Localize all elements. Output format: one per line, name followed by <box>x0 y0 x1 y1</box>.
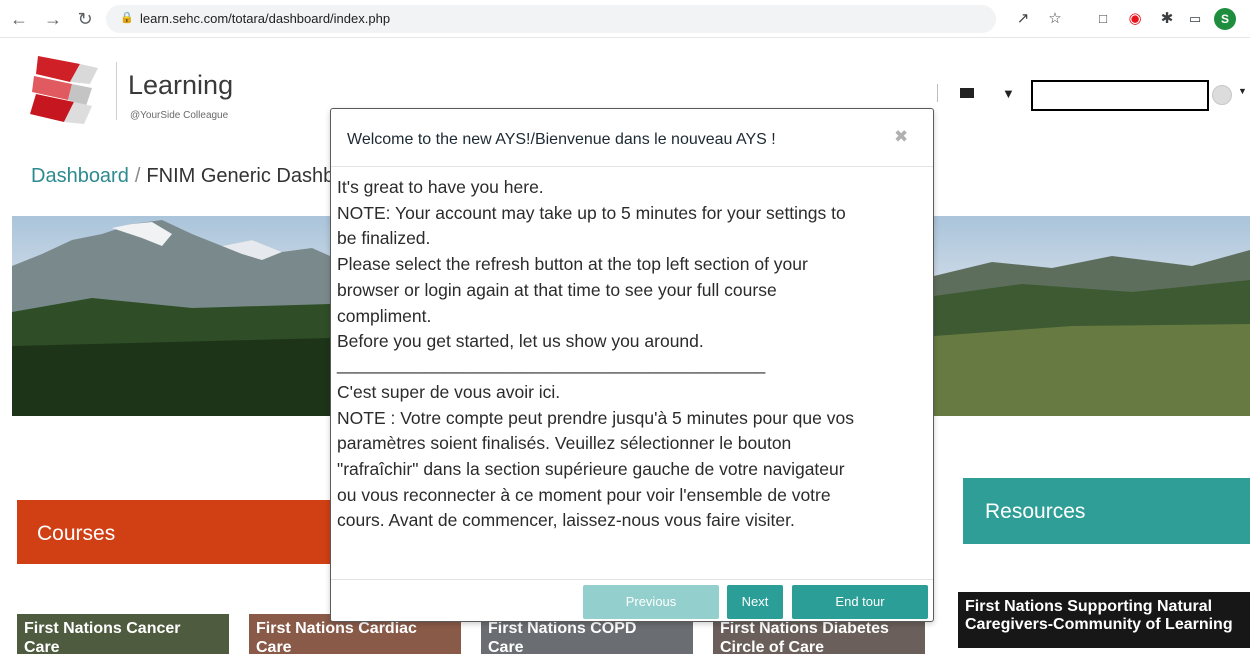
end-tour-button[interactable]: End tour <box>792 585 928 619</box>
reload-icon[interactable]: ↻ <box>72 6 98 32</box>
welcome-tour-dialog: Welcome to the new AYS!/Bienvenue dans l… <box>330 108 934 622</box>
extensions-puzzle-icon[interactable]: ✱ <box>1156 8 1178 30</box>
breadcrumb-dashboard-link[interactable]: Dashboard <box>31 165 129 187</box>
tour-header-divider <box>331 166 933 167</box>
browser-profile-avatar[interactable]: S <box>1214 8 1236 30</box>
logo-divider <box>116 62 117 120</box>
tour-line: C'est super de vous avoir ici. <box>337 381 561 402</box>
courses-title: Courses <box>37 522 116 545</box>
next-button[interactable]: Next <box>727 585 783 619</box>
record-icon[interactable]: ◉ <box>1124 8 1146 30</box>
tour-line: paramètres soient finalisés. Veuillez sé… <box>337 433 792 454</box>
tour-line: "rafraîchir" dans la section supérieure … <box>337 459 845 480</box>
resources-section-header: Resources <box>963 478 1250 544</box>
bell-icon[interactable]: ▼ <box>1002 86 1015 101</box>
courses-section-header: Courses <box>17 500 337 564</box>
user-avatar[interactable] <box>1212 85 1232 105</box>
forward-arrow-icon[interactable]: → <box>40 6 66 32</box>
logo-title[interactable]: Learning <box>128 70 233 101</box>
tour-line: NOTE: Your account may take up to 5 minu… <box>337 202 846 223</box>
breadcrumb-current-page: FNIM Generic Dashb <box>146 165 335 187</box>
previous-button[interactable]: Previous <box>583 585 719 619</box>
course-tile-label: First Nations Cancer <box>24 620 181 637</box>
tour-line: browser or login again at that time to s… <box>337 279 777 300</box>
envelope-icon[interactable] <box>960 88 974 98</box>
tour-line: cours. Avant de commencer, laissez-nous … <box>337 510 795 531</box>
tour-line: Before you get started, let us show you … <box>337 331 704 352</box>
course-tile-label-line2: Care <box>24 639 60 654</box>
resource-tile-label: First Nations Supporting Natural Caregiv… <box>965 598 1233 633</box>
tour-footer-divider <box>331 579 933 580</box>
share-icon[interactable]: ↗ <box>1012 8 1034 30</box>
bookmark-star-icon[interactable]: ☆ <box>1044 8 1066 30</box>
resource-tile-caregivers[interactable]: First Nations Supporting Natural Caregiv… <box>958 592 1250 648</box>
user-name-redacted[interactable] <box>1031 80 1209 111</box>
course-tile-label-line2: Care <box>256 639 292 654</box>
course-tile-label-line2: Care <box>488 639 524 654</box>
sidepanel-icon[interactable]: ▭ <box>1184 8 1206 30</box>
tour-title: Welcome to the new AYS!/Bienvenue dans l… <box>347 131 776 148</box>
browser-toolbar: ← → ↻ 🔒 learn.sehc.com/totara/dashboard/… <box>0 0 1250 38</box>
close-icon[interactable]: ✖ <box>894 127 908 147</box>
breadcrumb-separator: / <box>134 165 141 187</box>
tour-line: compliment. <box>337 305 432 326</box>
tour-body-text: It's great to have you here. NOTE: Your … <box>337 175 933 534</box>
tour-divider-line: ________________________________________… <box>337 353 766 374</box>
tour-line: NOTE : Votre compte peut prendre jusqu'à… <box>337 407 854 428</box>
tour-line: ou vous reconnecter à ce moment pour voi… <box>337 484 831 505</box>
address-bar[interactable]: 🔒 learn.sehc.com/totara/dashboard/index.… <box>106 5 996 33</box>
course-tile-cancer[interactable]: First Nations Cancer Care <box>17 614 229 654</box>
site-logo-icon[interactable] <box>28 52 100 128</box>
chevron-down-icon[interactable]: ▼ <box>1238 86 1247 96</box>
tour-line: It's great to have you here. <box>337 177 544 197</box>
screenshot-icon[interactable]: □ <box>1092 8 1114 30</box>
tour-line: be finalized. <box>337 228 431 249</box>
url-text[interactable]: learn.sehc.com/totara/dashboard/index.ph… <box>140 5 390 33</box>
logo-subtitle: @YourSide Colleague <box>130 110 229 121</box>
header-separator <box>937 84 938 102</box>
breadcrumb: Dashboard / FNIM Generic Dashb <box>31 165 334 188</box>
resources-title: Resources <box>985 500 1086 523</box>
course-tile-label-line2: Circle of Care <box>720 639 825 654</box>
back-arrow-icon[interactable]: ← <box>6 6 32 32</box>
tour-line: Please select the refresh button at the … <box>337 254 808 275</box>
lock-icon: 🔒 <box>120 12 134 24</box>
